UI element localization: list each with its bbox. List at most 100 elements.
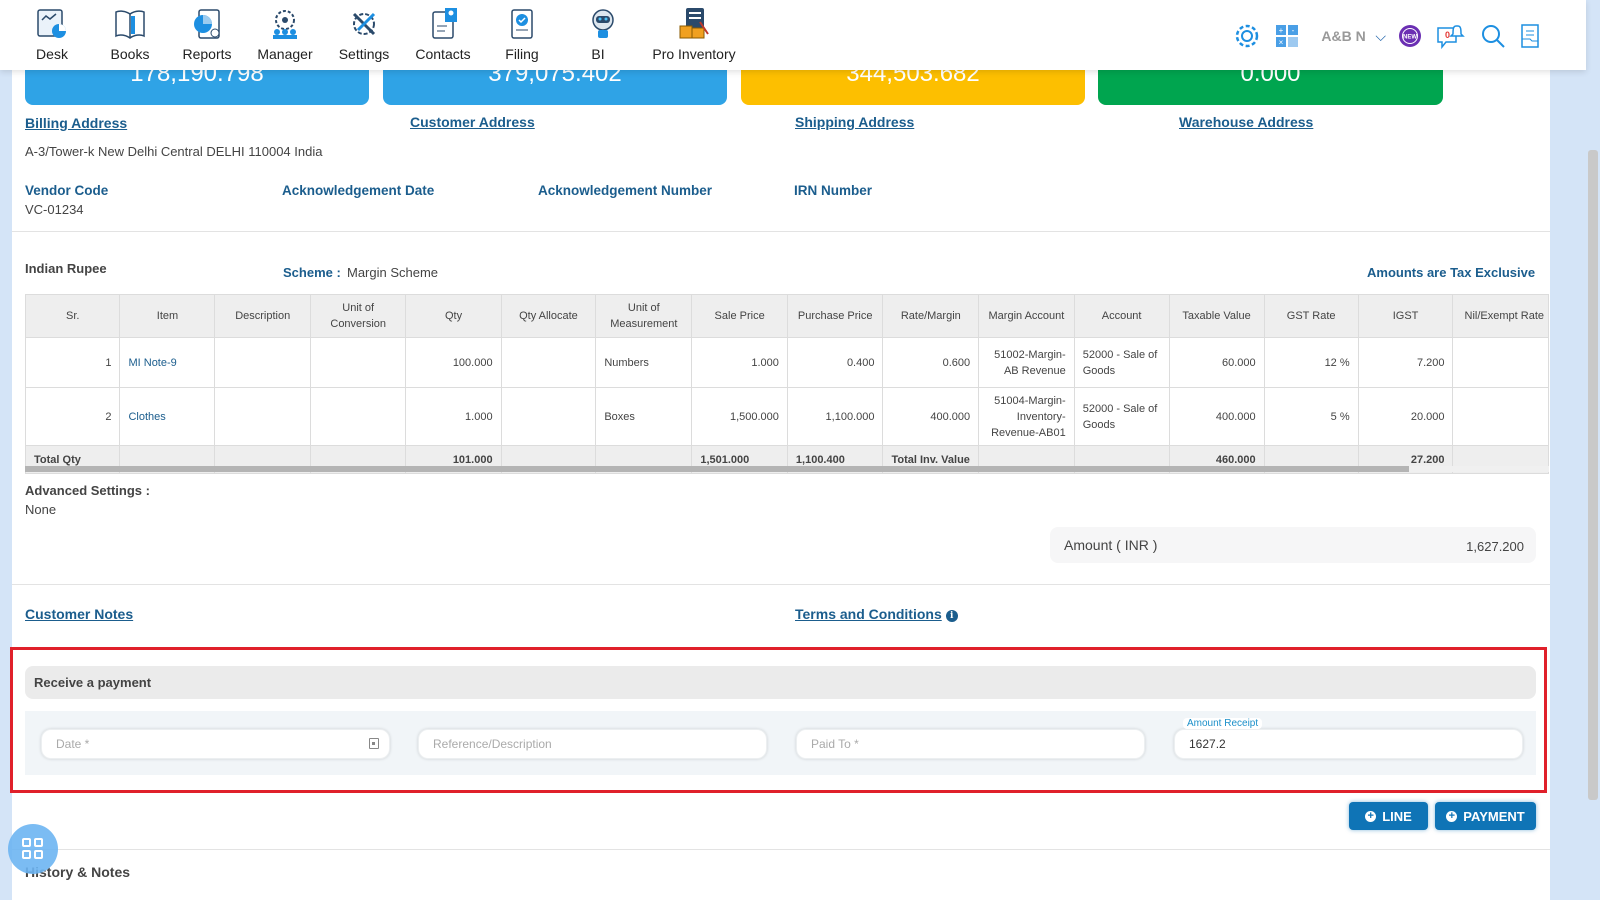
page-scrollbar[interactable]: [1586, 0, 1600, 900]
col-header: Unit of Conversion: [309, 294, 407, 338]
tax-exclusive-note: Amounts are Tax Exclusive: [1367, 265, 1536, 280]
line-items-table: Sr. Item Description Unit of Conversion …: [25, 294, 1549, 474]
cell-gst-rate: 5 %: [1263, 387, 1359, 446]
document-icon: [1521, 24, 1539, 48]
amount-receipt-input[interactable]: [1175, 730, 1522, 758]
calculator-button[interactable]: + - ×: [1275, 24, 1299, 48]
nav-bi[interactable]: BI: [585, 6, 614, 62]
date-input[interactable]: [42, 730, 389, 758]
col-header: Description: [214, 294, 311, 338]
page: 178,190.798 379,075.402 344,503.682 0.00…: [10, 0, 1550, 900]
nav-filing[interactable]: Filing: [504, 6, 540, 62]
add-payment-label: PAYMENT: [1463, 808, 1525, 824]
terms-wrapper: Terms and Conditions i: [795, 606, 958, 624]
nav-label: Contacts: [415, 46, 471, 62]
nav-books[interactable]: Books: [110, 6, 150, 62]
add-line-button[interactable]: + LINE: [1349, 802, 1428, 830]
cell-description: [214, 387, 311, 446]
gear-icon: [1236, 24, 1259, 48]
apps-grid-button[interactable]: [8, 824, 58, 874]
cell-margin-account: 51004-Margin-Inventory-Revenue-AB01: [978, 387, 1075, 446]
cell-taxable-value: 60.000: [1168, 337, 1265, 388]
new-features-button[interactable]: NEW: [1398, 24, 1422, 48]
billing-address-link[interactable]: Billing Address: [25, 115, 127, 131]
cell-conversion: [309, 387, 407, 446]
col-header: Margin Account: [978, 294, 1075, 338]
cell-igst: 7.200: [1357, 337, 1454, 388]
nav-label: Desk: [36, 46, 68, 62]
col-header: Sr.: [25, 294, 121, 338]
cell-purchase-price: 1,100.000: [786, 387, 884, 446]
documents-button[interactable]: [1520, 23, 1542, 49]
col-header: IGST: [1357, 294, 1454, 338]
cell-rate-margin: 400.000: [882, 387, 980, 446]
ack-date-label: Acknowledgement Date: [282, 183, 435, 198]
nav-label: Reports: [182, 46, 232, 62]
table-row[interactable]: 1 MI Note-9 100.000 Numbers 1.000 0.400 …: [25, 337, 1549, 388]
cell-item[interactable]: Clothes: [119, 387, 216, 446]
company-selector[interactable]: A&B New: [1321, 28, 1365, 44]
cell-sale-price: 1.000: [691, 337, 788, 388]
nav-reports[interactable]: Reports: [182, 6, 232, 62]
nav-settings[interactable]: Settings: [338, 6, 390, 62]
paid-to-input[interactable]: [797, 730, 1144, 758]
terms-conditions-link[interactable]: Terms and Conditions: [795, 606, 942, 622]
cell-conversion: [309, 337, 407, 388]
search-button[interactable]: [1480, 23, 1506, 49]
nav-manager[interactable]: Manager: [256, 6, 314, 62]
customer-address-link[interactable]: Customer Address: [410, 114, 535, 130]
col-header: Nil/Exempt Rate: [1452, 294, 1549, 338]
payment-form: Amount Receipt: [25, 711, 1536, 775]
cell-nil: [1452, 387, 1549, 446]
amount-receipt-field[interactable]: Amount Receipt: [1174, 718, 1523, 759]
advanced-settings-value: None: [25, 502, 57, 517]
customer-notes-link[interactable]: Customer Notes: [25, 606, 133, 622]
warehouse-address-link[interactable]: Warehouse Address: [1179, 114, 1313, 130]
info-icon[interactable]: i: [945, 610, 958, 622]
cell-uom: Boxes: [595, 387, 693, 446]
scheme-value: Margin Scheme: [347, 265, 439, 280]
add-payment-button[interactable]: + PAYMENT: [1435, 802, 1536, 830]
nav-desk[interactable]: Desk: [32, 6, 72, 62]
cell-qty-allocate: [500, 337, 597, 388]
scrollbar-thumb[interactable]: [25, 466, 1409, 472]
paid-to-field[interactable]: [796, 729, 1145, 759]
settings-tools-icon: [352, 12, 376, 36]
reference-input[interactable]: [419, 730, 766, 758]
col-header: GST Rate: [1263, 294, 1359, 338]
notification-count: 0: [1445, 30, 1450, 40]
plus-circle-icon: +: [1365, 810, 1377, 822]
grid-square: [34, 838, 43, 847]
table-row[interactable]: 2 Clothes 1.000 Boxes 1,500.000 1,100.00…: [25, 387, 1549, 446]
new-badge-icon: NEW: [1399, 25, 1421, 47]
vendor-code-label: Vendor Code: [25, 183, 109, 198]
nav-contacts[interactable]: Contacts: [414, 6, 472, 62]
reference-field[interactable]: [418, 729, 767, 759]
nav-pro-inventory[interactable]: Pro Inventory: [652, 6, 736, 62]
cell-sr: 2: [25, 387, 121, 446]
date-field[interactable]: [41, 729, 390, 759]
cell-purchase-price: 0.400: [786, 337, 884, 388]
nav-label: Books: [110, 46, 150, 62]
cell-rate-margin: 0.600: [882, 337, 980, 388]
cell-item[interactable]: MI Note-9: [119, 337, 216, 388]
notifications-button[interactable]: 0: [1436, 22, 1466, 50]
divider: [12, 584, 1550, 585]
cell-description: [214, 337, 311, 388]
table-horizontal-scrollbar[interactable]: [25, 466, 1549, 472]
chat-bell-icon: 0: [1437, 25, 1465, 50]
nav-label: Filing: [505, 46, 539, 62]
cell-sr: 1: [25, 337, 121, 388]
col-header: Sale Price: [691, 294, 788, 338]
col-header: Account: [1073, 294, 1170, 338]
irn-number-label: IRN Number: [794, 183, 873, 198]
gear-button[interactable]: [1233, 22, 1261, 50]
col-header: Purchase Price: [786, 294, 884, 338]
billing-address-value: A-3/Tower-k New Delhi Central DELHI 1100…: [25, 144, 323, 159]
manager-icon: [273, 10, 297, 39]
calendar-icon[interactable]: [369, 738, 379, 749]
chevron-down-icon[interactable]: ⌵: [1375, 28, 1386, 45]
cell-sale-price: 1,500.000: [691, 387, 788, 446]
page-scrollbar-thumb[interactable]: [1588, 150, 1598, 800]
shipping-address-link[interactable]: Shipping Address: [795, 114, 914, 130]
